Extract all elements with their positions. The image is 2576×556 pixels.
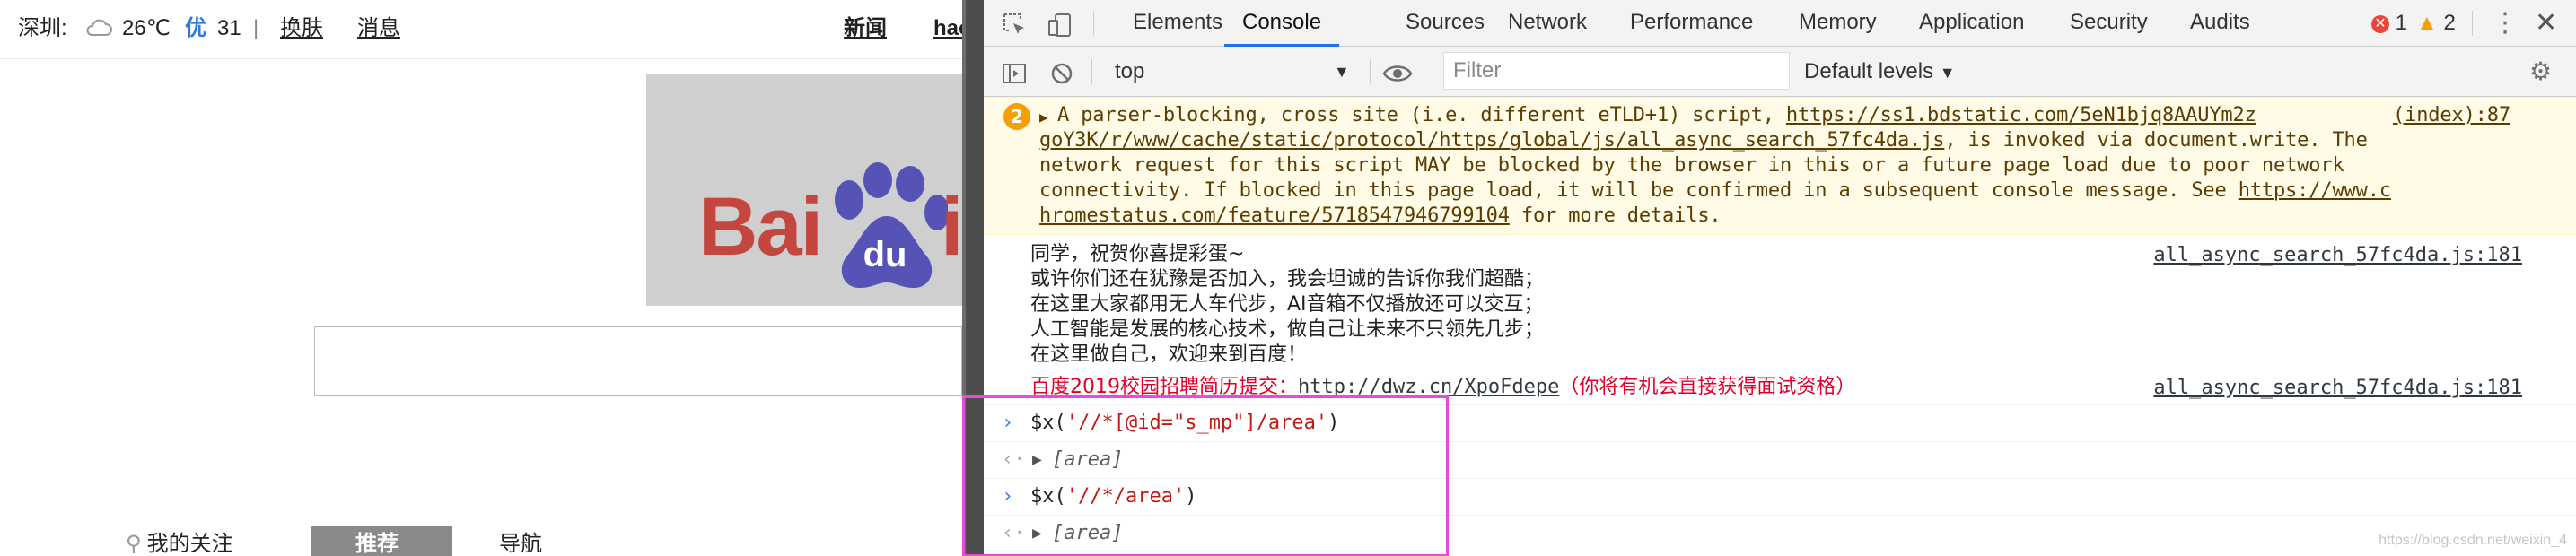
cloud-icon xyxy=(84,16,113,48)
warning-link[interactable]: hromestatus.com/feature/5718547946799104 xyxy=(1039,204,1510,227)
baidu-logo[interactable]: Bai du i xyxy=(646,74,962,306)
separator: | xyxy=(253,16,259,40)
warning-link[interactable]: https://www.c xyxy=(2239,179,2391,202)
warning-link[interactable]: https://ss1.bdstatic.com/5eN1bjq8AAUYm2z xyxy=(1786,104,2256,126)
log-message: 同学，祝贺你喜提彩蛋~ 或许你们还在犹豫是否加入，我会坦诚的告诉你我们超酷； 在… xyxy=(984,237,2576,369)
command-text[interactable]: $x('//*/area') xyxy=(1030,484,1196,509)
devtools-tabbar: Elements Console Sources Network Perform… xyxy=(984,0,2576,47)
tab-network[interactable]: Network xyxy=(1508,0,1587,47)
console-output: 2 ▶ A parser-blocking, cross site (i.e. … xyxy=(984,97,2576,556)
return-arrow-icon: ‹· xyxy=(1002,448,1026,471)
settings-gear-icon[interactable]: ⚙ xyxy=(2529,47,2552,97)
city-label: 深圳: xyxy=(18,16,67,40)
log-line: 同学，祝贺你喜提彩蛋~ xyxy=(1030,243,1245,265)
tab-divider xyxy=(1091,59,1092,84)
warning-message: 2 ▶ A parser-blocking, cross site (i.e. … xyxy=(984,97,2576,235)
tab-application[interactable]: Application xyxy=(1919,0,2024,47)
warning-line: network request for this script MAY be b… xyxy=(1039,154,2344,177)
warning-line: hromestatus.com/feature/5718547946799104… xyxy=(1039,204,1722,227)
result-value[interactable]: [area] xyxy=(1052,521,1123,546)
warning-count-badge: 2 xyxy=(1003,103,1030,130)
panel-splitter[interactable] xyxy=(962,0,984,556)
console-toolbar: top ▼ Filter Default levels ▼ ⚙ xyxy=(984,47,2576,97)
inspect-element-icon[interactable] xyxy=(1002,0,1029,47)
tab-divider xyxy=(1093,11,1094,36)
temperature: 26℃ xyxy=(122,16,171,40)
log-message: 百度2019校园招聘简历提交：http://dwz.cn/XpoFdepe（你将… xyxy=(984,369,2576,405)
eye-icon[interactable] xyxy=(1382,47,1413,97)
warning-badge[interactable]: ▲ 2 xyxy=(2416,0,2456,47)
search-icon: ⚲ xyxy=(126,532,142,556)
log-line: 在这里做自己，欢迎来到百度！ xyxy=(1030,343,1308,366)
recruit-link[interactable]: http://dwz.cn/XpoFdepe xyxy=(1298,376,1559,398)
air-quality-label: 优 xyxy=(185,16,206,40)
log-line: 在这里大家都用无人车代步，AI音箱不仅播放还可以交互； xyxy=(1030,293,1544,316)
tab-recommend[interactable]: 推荐 xyxy=(311,526,452,556)
warning-line: goY3K/r/www/cache/static/protocol/https/… xyxy=(1039,129,2368,152)
log-line: 百度2019校园招聘简历提交：http://dwz.cn/XpoFdepe（你将… xyxy=(1030,376,1856,398)
prompt-chevron-icon: › xyxy=(1002,485,1014,508)
error-badge[interactable]: ✕ 1 xyxy=(2371,0,2407,47)
warning-link[interactable]: goY3K/r/www/cache/static/protocol/https/… xyxy=(1039,129,1944,152)
nav-hao-link[interactable]: hao xyxy=(933,13,962,45)
console-input-row: › $x('//*[@id="s_mp"]/area') xyxy=(984,405,2576,442)
logo-du-text: du xyxy=(863,235,907,274)
tab-divider xyxy=(2472,11,2473,36)
context-selector[interactable]: top xyxy=(1115,47,1144,97)
tab-sources[interactable]: Sources xyxy=(1406,0,1485,47)
tab-following[interactable]: ⚲ 我的关注 xyxy=(126,526,233,556)
log-line: 或许你们还在犹豫是否加入，我会坦诚的告诉你我们超酷； xyxy=(1030,268,1545,291)
command-text[interactable]: $x('//*[@id="s_mp"]/area') xyxy=(1030,411,1339,436)
error-icon: ✕ xyxy=(2371,14,2389,33)
log-source-link[interactable]: all_async_search_57fc4da.js:181 xyxy=(2153,244,2522,266)
console-input-row: › $x('//*/area') xyxy=(984,479,2576,516)
logo-tail: i xyxy=(941,181,962,273)
warning-line: A parser-blocking, cross site (i.e. diff… xyxy=(1057,104,2256,126)
devtools-panel: Elements Console Sources Network Perform… xyxy=(984,0,2576,556)
log-levels-dropdown[interactable]: Default levels ▼ xyxy=(1804,47,1956,98)
device-toolbar-icon[interactable] xyxy=(1047,0,1073,47)
top-bar: 深圳: 26℃ 优 31 | 换肤 消息 新闻 hao xyxy=(0,0,962,59)
context-dropdown-icon[interactable]: ▼ xyxy=(1334,47,1350,97)
sidebar-toggle-icon[interactable] xyxy=(1002,47,1027,97)
prompt-chevron-icon: › xyxy=(1002,412,1014,434)
messages-link[interactable]: 消息 xyxy=(357,13,400,45)
tab-security[interactable]: Security xyxy=(2070,0,2148,47)
tab-elements[interactable]: Elements xyxy=(1133,0,1222,47)
content-tabs: ⚲ 我的关注 推荐 导航 xyxy=(86,526,962,556)
skin-link[interactable]: 换肤 xyxy=(280,13,323,45)
watermark: https://blog.csdn.net/weixin_4 xyxy=(2379,533,2567,548)
warning-line: connectivity. If blocked in this page lo… xyxy=(1039,179,2391,202)
clear-console-icon[interactable] xyxy=(1050,47,1073,97)
console-result-row: ‹· ▶ [area] xyxy=(984,516,2576,552)
chevron-down-icon: ▼ xyxy=(1939,64,1956,82)
result-value[interactable]: [area] xyxy=(1052,447,1123,473)
browser-page: 深圳: 26℃ 优 31 | 换肤 消息 新闻 hao Bai du i ⚲我的… xyxy=(0,0,962,556)
expand-triangle-icon[interactable]: ▶ xyxy=(1032,521,1042,546)
tab-memory[interactable]: Memory xyxy=(1799,0,1877,47)
tab-audits[interactable]: Audits xyxy=(2190,0,2250,47)
tab-performance[interactable]: Performance xyxy=(1630,0,1753,47)
nav-news-link[interactable]: 新闻 xyxy=(844,13,887,45)
more-options-icon[interactable]: ⋮ xyxy=(2492,0,2519,47)
expand-triangle-icon[interactable]: ▶ xyxy=(1032,447,1042,473)
air-quality-value: 31 xyxy=(217,16,241,40)
tab-console[interactable]: Console xyxy=(1224,0,1340,47)
expand-triangle-icon[interactable]: ▶ xyxy=(1039,105,1048,130)
return-arrow-icon: ‹· xyxy=(1002,522,1026,544)
warning-source-link[interactable]: (index):87 xyxy=(2393,103,2510,128)
logo-text: Bai xyxy=(698,181,823,273)
log-line: 人工智能是发展的核心技术，做自己让未来不只领先几步； xyxy=(1030,318,1545,341)
log-source-link[interactable]: all_async_search_57fc4da.js:181 xyxy=(2153,377,2522,399)
filter-input[interactable]: Filter xyxy=(1443,52,1790,90)
tab-divider xyxy=(1370,59,1371,84)
close-icon[interactable]: ✕ xyxy=(2535,0,2557,47)
tab-navigation[interactable]: 导航 xyxy=(499,526,542,556)
search-input[interactable] xyxy=(314,326,962,396)
warning-icon: ▲ xyxy=(2416,11,2438,35)
console-result-row: ‹· ▶ [area] xyxy=(984,442,2576,479)
paw-icon: du xyxy=(835,162,948,288)
